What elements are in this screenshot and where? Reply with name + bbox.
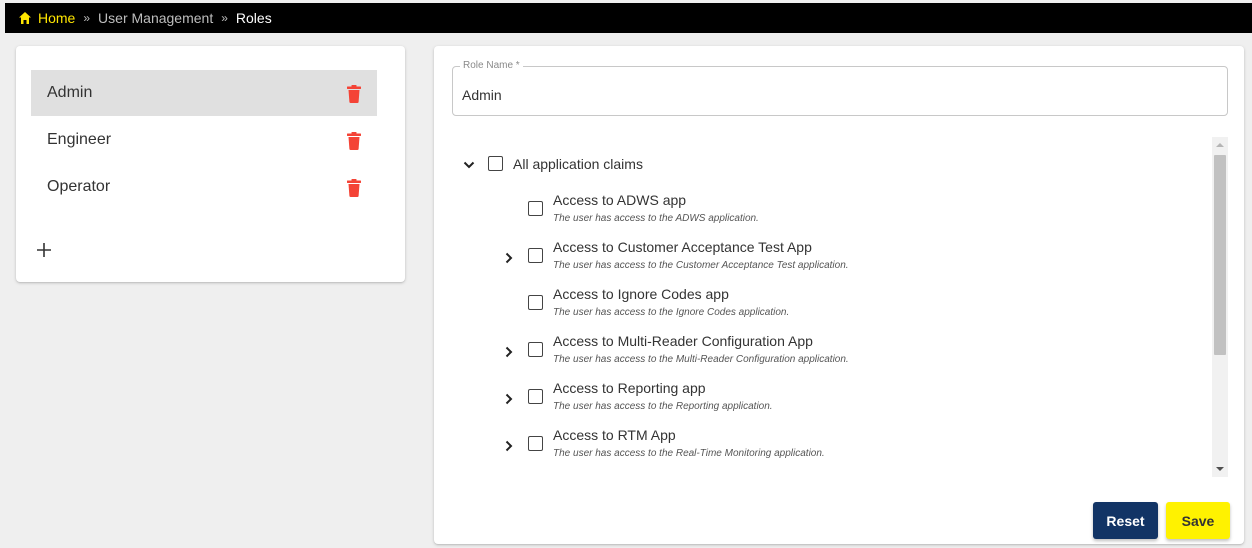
role-item-label: Operator — [47, 178, 111, 195]
chevron-right-icon[interactable] — [503, 392, 515, 405]
claim-title: Access to RTM App — [553, 427, 676, 443]
trash-icon[interactable] — [346, 179, 362, 197]
plus-icon[interactable] — [36, 242, 52, 258]
claim-checkbox[interactable] — [528, 201, 543, 216]
claims-scrollbar[interactable] — [1212, 137, 1228, 477]
claim-title: Access to ADWS app — [553, 192, 687, 208]
claim-checkbox-all[interactable] — [488, 156, 503, 171]
claim-checkbox[interactable] — [528, 342, 543, 357]
breadcrumb-user-management-link[interactable]: User Management — [98, 10, 213, 26]
claim-title-all: All application claims — [513, 156, 643, 172]
scroll-down-arrow-icon[interactable] — [1212, 461, 1228, 477]
claim-checkbox[interactable] — [528, 248, 543, 263]
claim-checkbox[interactable] — [528, 436, 543, 451]
role-item-engineer[interactable]: Engineer — [31, 117, 377, 163]
claim-description: The user has access to the Multi-Reader … — [553, 354, 849, 365]
breadcrumb-separator: » — [83, 11, 91, 25]
chevron-down-icon[interactable] — [463, 158, 475, 170]
claim-description: The user has access to the Reporting app… — [553, 401, 773, 412]
scrollbar-thumb[interactable] — [1214, 155, 1226, 355]
chevron-right-icon[interactable] — [503, 439, 515, 452]
claim-title: Access to Ignore Codes app — [553, 286, 729, 302]
claim-checkbox[interactable] — [528, 295, 543, 310]
claim-description: The user has access to the ADWS applicat… — [553, 213, 759, 224]
role-name-label: Role Name * — [460, 60, 523, 71]
role-name-field: Role Name * — [452, 60, 1228, 116]
chevron-right-icon[interactable] — [503, 345, 515, 358]
claim-title: Access to Customer Acceptance Test App — [553, 239, 812, 255]
role-editor-panel: Role Name * All application claims Acces… — [434, 46, 1244, 544]
home-icon[interactable] — [18, 11, 32, 25]
role-item-admin[interactable]: Admin — [31, 70, 377, 116]
role-item-operator[interactable]: Operator — [31, 164, 377, 210]
claim-title: Access to Multi-Reader Configuration App — [553, 333, 813, 349]
trash-icon[interactable] — [346, 85, 362, 103]
role-item-label: Admin — [47, 84, 93, 101]
trash-icon[interactable] — [346, 132, 362, 150]
claim-checkbox[interactable] — [528, 389, 543, 404]
breadcrumb-home-link[interactable]: Home — [38, 10, 75, 26]
breadcrumb-current: Roles — [235, 10, 272, 26]
role-name-input[interactable] — [462, 87, 1202, 103]
roles-list-panel: Admin Engineer Operator — [16, 46, 405, 282]
claim-description: The user has access to the Ignore Codes … — [553, 307, 790, 318]
save-button[interactable]: Save — [1166, 502, 1230, 539]
breadcrumb: Home » User Management » Roles — [5, 3, 1252, 33]
claim-description: The user has access to the Customer Acce… — [553, 260, 849, 271]
chevron-right-icon[interactable] — [503, 251, 515, 264]
breadcrumb-separator: » — [221, 11, 228, 25]
claim-title: Access to Reporting app — [553, 380, 706, 396]
claim-description: The user has access to the Real-Time Mon… — [553, 448, 825, 459]
role-item-label: Engineer — [47, 131, 112, 148]
scroll-up-arrow-icon[interactable] — [1212, 137, 1228, 153]
claims-tree: All application claims Access to ADWS ap… — [452, 138, 1230, 478]
reset-button[interactable]: Reset — [1093, 502, 1158, 539]
